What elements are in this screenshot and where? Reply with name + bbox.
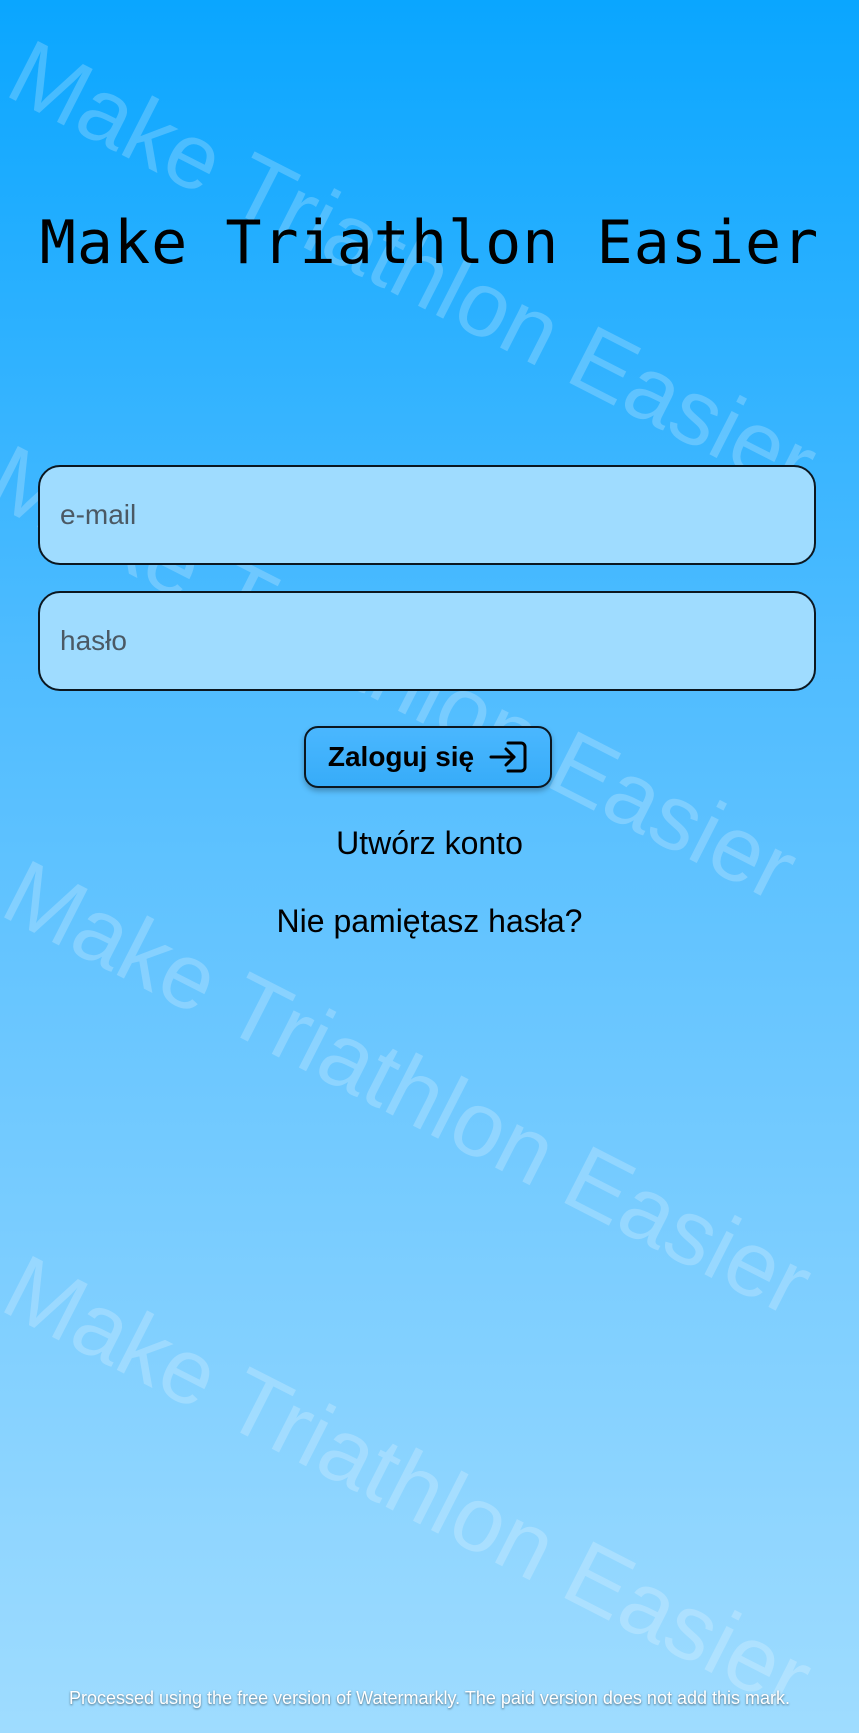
watermark-text: Make Triathlon Easier bbox=[0, 1235, 828, 1731]
forgot-password-link-row: Nie pamiętasz hasła? bbox=[0, 901, 859, 941]
email-field[interactable] bbox=[38, 465, 816, 565]
email-input[interactable] bbox=[40, 467, 814, 563]
login-button[interactable]: Zaloguj się bbox=[304, 726, 552, 788]
forgot-password-link[interactable]: Nie pamiętasz hasła? bbox=[277, 903, 583, 939]
watermark-footer-note: Processed using the free version of Wate… bbox=[68, 1688, 790, 1708]
login-button-label: Zaloguj się bbox=[327, 741, 475, 772]
login-screen: Make Triathlon Easier Make Triathlon Eas… bbox=[0, 0, 859, 1733]
register-link-row: Utwórz konto bbox=[0, 823, 859, 863]
login-icon bbox=[488, 740, 528, 774]
password-input[interactable] bbox=[40, 593, 814, 689]
page-title: Make Triathlon Easier bbox=[39, 208, 820, 278]
create-account-link[interactable]: Utwórz konto bbox=[336, 825, 523, 861]
password-field[interactable] bbox=[38, 591, 816, 691]
